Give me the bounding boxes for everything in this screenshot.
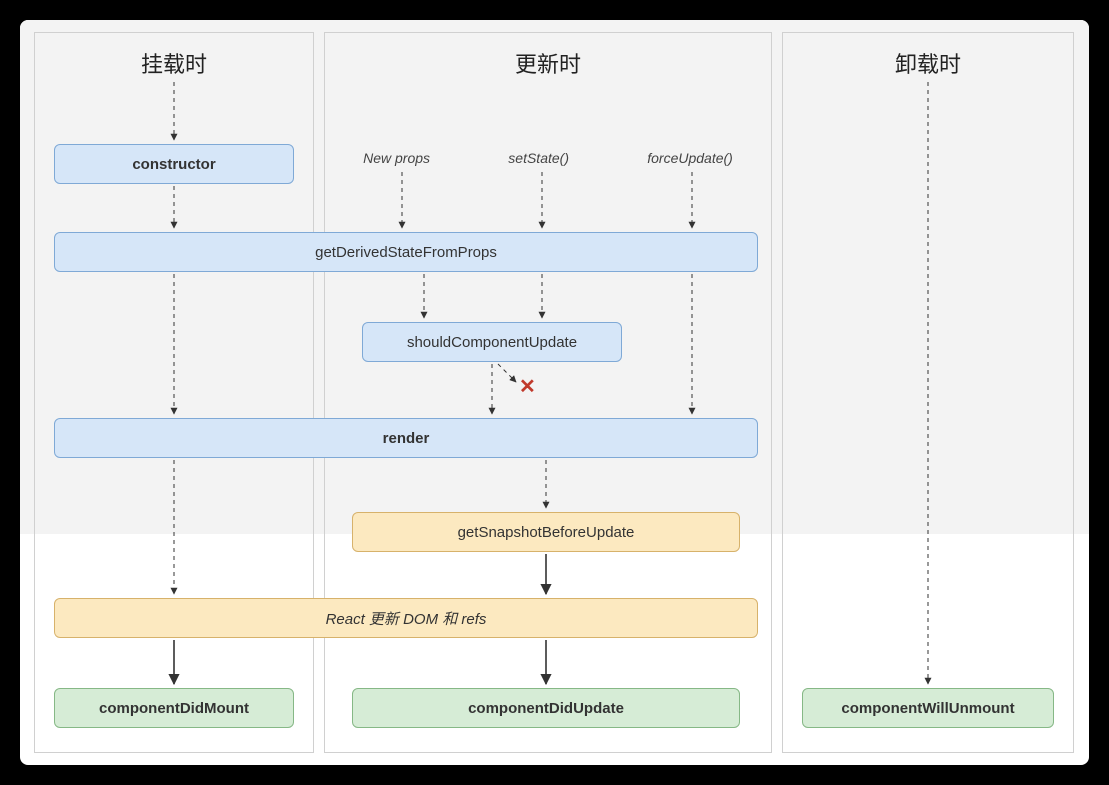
node-get-derived-state: getDerivedStateFromProps [54,232,758,272]
trigger-forceupdate: forceUpdate() [647,150,733,166]
node-component-will-unmount: componentWillUnmount [802,688,1054,728]
node-get-snapshot: getSnapshotBeforeUpdate [352,512,740,552]
node-component-did-update: componentDidUpdate [352,688,740,728]
column-unmount-title: 卸载时 [783,33,1073,89]
column-update-title: 更新时 [325,33,771,89]
node-react-update-dom: React 更新 DOM 和 refs [54,598,758,638]
node-component-did-mount: componentDidMount [54,688,294,728]
node-constructor: constructor [54,144,294,184]
column-update: 更新时 [324,32,772,753]
column-mount-title: 挂载时 [35,33,313,89]
x-mark-icon: ✕ [519,374,536,399]
trigger-new-props: New props [363,150,430,166]
update-triggers: New props setState() forceUpdate() [324,150,772,166]
node-should-component-update: shouldComponentUpdate [362,322,622,362]
trigger-setstate: setState() [508,150,569,166]
node-render: render [54,418,758,458]
column-unmount: 卸载时 [782,32,1074,753]
diagram-canvas: 挂载时 更新时 卸载时 New props setState() forceUp… [20,20,1089,765]
column-mount: 挂载时 [34,32,314,753]
